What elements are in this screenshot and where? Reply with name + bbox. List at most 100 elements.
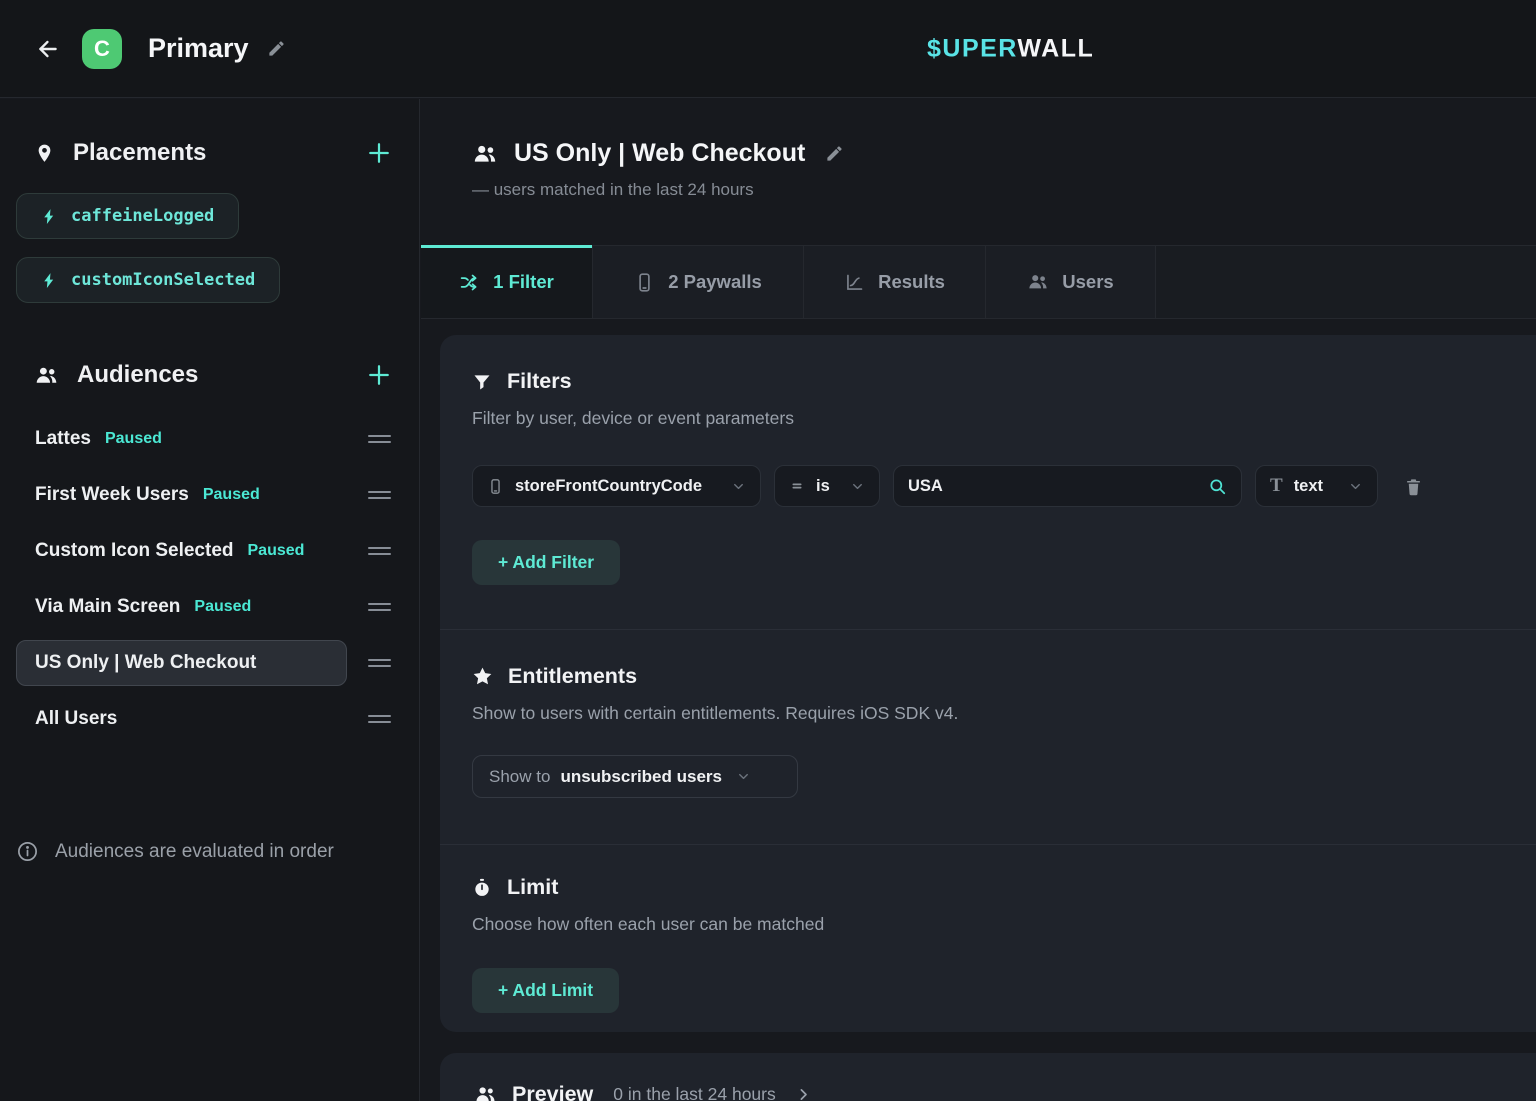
equals-icon (789, 478, 805, 494)
text-type-icon: T (1270, 475, 1283, 497)
filter-type-value: text (1294, 477, 1323, 496)
tab-results[interactable]: Results (804, 246, 986, 318)
paused-badge: Paused (105, 430, 162, 448)
audience-order-note: Audiences are evaluated in order (16, 840, 334, 863)
filter-operator-value: is (816, 477, 830, 496)
limit-subtitle: Choose how often each user can be matche… (472, 914, 1520, 935)
placements-header: Placements (0, 139, 419, 167)
audience-label: Lattes (35, 428, 91, 450)
superwall-dashboard: C Primary $UPERWALL Placements caffeineL (0, 0, 1536, 1101)
preview-header[interactable]: Preview 0 in the last 24 hours (440, 1053, 1536, 1101)
drag-handle-icon[interactable] (368, 649, 391, 677)
show-to-dropdown[interactable]: Show to unsubscribed users (472, 755, 798, 798)
app-avatar[interactable]: C (82, 29, 122, 69)
audience-label: First Week Users (35, 484, 189, 506)
funnel-icon (472, 372, 492, 392)
audience-item-first-week-users[interactable]: First Week Users Paused (0, 467, 419, 523)
preview-subtitle: 0 in the last 24 hours (613, 1084, 775, 1101)
drag-handle-icon[interactable] (368, 537, 391, 565)
filters-subtitle: Filter by user, device or event paramete… (472, 408, 1520, 429)
placements-title: Placements (73, 139, 206, 167)
device-icon (487, 478, 504, 495)
plus-icon (365, 139, 393, 167)
app-title: Primary (148, 33, 249, 64)
audience-item-custom-icon-selected[interactable]: Custom Icon Selected Paused (0, 523, 419, 579)
users-icon (474, 1083, 497, 1101)
audience-label: US Only | Web Checkout (35, 652, 256, 674)
tab-label: 1 Filter (493, 271, 554, 293)
filter-operator-dropdown[interactable]: is (774, 465, 880, 507)
tab-label: Results (878, 271, 945, 293)
add-audience-button[interactable] (365, 361, 393, 389)
tab-paywalls[interactable]: 2 Paywalls (593, 246, 804, 318)
placement-label: customIconSelected (71, 270, 255, 290)
drag-handle-icon[interactable] (368, 593, 391, 621)
chevron-right-icon (795, 1086, 812, 1101)
logo-white-part: WALL (1017, 34, 1094, 62)
audience-item-us-only-web-checkout[interactable]: US Only | Web Checkout (0, 635, 419, 691)
filter-type-dropdown[interactable]: T text (1255, 465, 1378, 507)
edit-title-button[interactable] (267, 39, 286, 58)
audience-detail-header: US Only | Web Checkout — users matched i… (421, 99, 1536, 200)
lightning-icon (41, 208, 58, 225)
top-bar: C Primary $UPERWALL (0, 0, 1536, 98)
add-filter-button[interactable]: + Add Filter (472, 540, 620, 585)
drag-handle-icon[interactable] (368, 481, 391, 509)
placement-item-customiconselected[interactable]: customIconSelected (16, 257, 280, 303)
entitlements-section: Entitlements Show to users with certain … (440, 630, 1536, 798)
chart-icon (844, 272, 865, 293)
phone-icon (634, 272, 655, 293)
star-icon (472, 666, 493, 687)
drag-handle-icon[interactable] (368, 425, 391, 453)
pencil-icon (267, 39, 286, 58)
paused-badge: Paused (248, 542, 305, 560)
stopwatch-icon (472, 878, 492, 898)
paused-badge: Paused (194, 598, 251, 616)
chevron-down-icon (1348, 479, 1363, 494)
tab-label: Users (1062, 271, 1113, 293)
filters-title: Filters (507, 369, 572, 394)
filter-attribute-value: storeFrontCountryCode (515, 477, 702, 496)
add-limit-button[interactable]: + Add Limit (472, 968, 619, 1013)
audience-order-note-text: Audiences are evaluated in order (55, 841, 334, 863)
search-icon[interactable] (1208, 477, 1227, 496)
audience-detail-subtitle: — users matched in the last 24 hours (472, 180, 1536, 200)
tab-users[interactable]: Users (986, 246, 1156, 318)
chevron-down-icon (736, 769, 751, 784)
chevron-down-icon (731, 479, 746, 494)
filter-value-text: USA (908, 477, 943, 496)
lightning-icon (41, 272, 58, 289)
audience-item-via-main-screen[interactable]: Via Main Screen Paused (0, 579, 419, 635)
entitlements-title: Entitlements (508, 664, 637, 689)
arrow-left-icon (35, 36, 61, 62)
paused-badge: Paused (203, 486, 260, 504)
delete-filter-button[interactable] (1404, 477, 1423, 496)
limit-section: Limit Choose how often each user can be … (440, 845, 1536, 1013)
tab-filter[interactable]: 1 Filter (421, 246, 593, 318)
sidebar: Placements caffeineLogged customIconSele… (0, 99, 420, 1101)
users-icon (34, 363, 59, 388)
placement-item-caffeinelogged[interactable]: caffeineLogged (16, 193, 239, 239)
add-placement-button[interactable] (365, 139, 393, 167)
filter-flow-icon (459, 272, 480, 293)
filter-value-input[interactable]: USA (893, 465, 1242, 507)
back-button[interactable] (30, 31, 66, 67)
users-icon (1027, 271, 1049, 293)
main-panel: US Only | Web Checkout — users matched i… (421, 99, 1536, 1101)
audience-list: Lattes Paused First Week Users Paused Cust… (0, 411, 419, 747)
show-to-value: unsubscribed users (560, 767, 722, 787)
audience-label: All Users (35, 708, 117, 730)
audience-detail-title: US Only | Web Checkout (514, 139, 805, 168)
audience-label: Custom Icon Selected (35, 540, 234, 562)
placement-list: caffeineLogged customIconSelected (16, 193, 403, 303)
filter-attribute-dropdown[interactable]: storeFrontCountryCode (472, 465, 761, 507)
audience-item-lattes[interactable]: Lattes Paused (0, 411, 419, 467)
logo-teal-part: $UPER (927, 34, 1017, 62)
edit-audience-name-button[interactable] (825, 144, 844, 163)
audience-item-all-users[interactable]: All Users (0, 691, 419, 747)
audience-label: Via Main Screen (35, 596, 180, 618)
pencil-icon (825, 144, 844, 163)
drag-handle-icon[interactable] (368, 705, 391, 733)
info-icon (16, 840, 39, 863)
placement-label: caffeineLogged (71, 206, 214, 226)
